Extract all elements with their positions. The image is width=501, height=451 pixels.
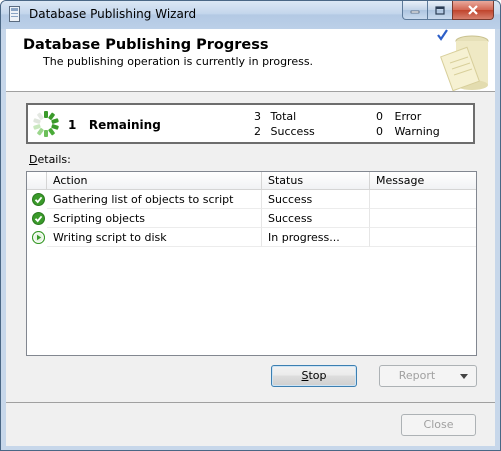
page-title: Database Publishing Progress: [23, 37, 269, 53]
window-title: Database Publishing Wizard: [29, 7, 197, 21]
total-label: Total: [270, 110, 297, 123]
details-label: Details:: [29, 153, 71, 166]
remaining-status: 1 Remaining: [68, 118, 161, 132]
row-action: Writing script to disk: [47, 228, 262, 247]
warning-label: Warning: [394, 125, 440, 138]
report-label: Report: [398, 369, 436, 382]
error-count: 0: [376, 110, 383, 123]
grid-header: Action Status Message: [27, 172, 476, 190]
table-row[interactable]: Gathering list of objects to script Succ…: [27, 190, 476, 209]
remaining-count: 1: [68, 118, 77, 132]
wizard-body: 1 Remaining 3 Total 2 Success 0 Error 0 …: [6, 92, 495, 402]
maximize-button[interactable]: [427, 1, 453, 20]
row-message: [370, 228, 476, 247]
minimize-icon: [410, 10, 420, 14]
warning-stat: 0 Warning: [376, 125, 440, 138]
row-message: [370, 190, 476, 209]
remaining-label: Remaining: [88, 118, 161, 132]
success-stat: 2 Success: [254, 125, 315, 138]
row-message: [370, 209, 476, 228]
column-header-message[interactable]: Message: [370, 172, 476, 189]
row-status: Success: [262, 190, 370, 209]
progress-summary: 1 Remaining 3 Total 2 Success 0 Error 0 …: [26, 103, 475, 144]
icon-column-header: [27, 172, 47, 189]
row-action: Gathering list of objects to script: [47, 190, 262, 209]
table-row[interactable]: Writing script to disk In progress...: [27, 228, 476, 247]
column-header-action[interactable]: Action: [47, 172, 262, 189]
title-bar[interactable]: Database Publishing Wizard: [1, 1, 500, 29]
warning-count: 0: [376, 125, 383, 138]
details-label-text: etails:: [37, 153, 71, 166]
column-header-status[interactable]: Status: [262, 172, 370, 189]
close-icon: [468, 5, 478, 15]
chevron-down-icon[interactable]: [460, 374, 468, 379]
wizard-header: Database Publishing Progress The publish…: [6, 29, 495, 92]
stop-button[interactable]: Stop: [271, 365, 357, 387]
success-count: 2: [254, 125, 261, 138]
report-dropdown-button[interactable]: Report: [379, 365, 477, 387]
total-stat: 3 Total: [254, 110, 296, 123]
details-grid[interactable]: Action Status Message Gathering list of …: [26, 171, 477, 356]
database-document-graphic-icon: [437, 29, 489, 91]
minimize-button[interactable]: [402, 1, 428, 20]
app-icon: [9, 6, 20, 22]
row-status: Success: [262, 209, 370, 228]
table-row[interactable]: Scripting objects Success: [27, 209, 476, 228]
success-check-icon: [32, 212, 45, 225]
stop-label: top: [308, 369, 327, 382]
maximize-icon: [435, 5, 445, 15]
wizard-footer: Close: [6, 402, 495, 446]
row-action: Scripting objects: [47, 209, 262, 228]
success-label: Success: [270, 125, 315, 138]
close-button[interactable]: Close: [401, 414, 476, 436]
error-label: Error: [394, 110, 422, 123]
progress-spinner-icon: [33, 111, 59, 137]
total-count: 3: [254, 110, 261, 123]
page-subtitle: The publishing operation is currently in…: [43, 55, 314, 68]
in-progress-icon: [32, 231, 45, 244]
row-status: In progress...: [262, 228, 370, 247]
close-window-button[interactable]: [452, 1, 494, 20]
wizard-window: Database Publishing Wizard Database Publ…: [0, 0, 501, 451]
error-stat: 0 Error: [376, 110, 421, 123]
success-check-icon: [32, 193, 45, 206]
